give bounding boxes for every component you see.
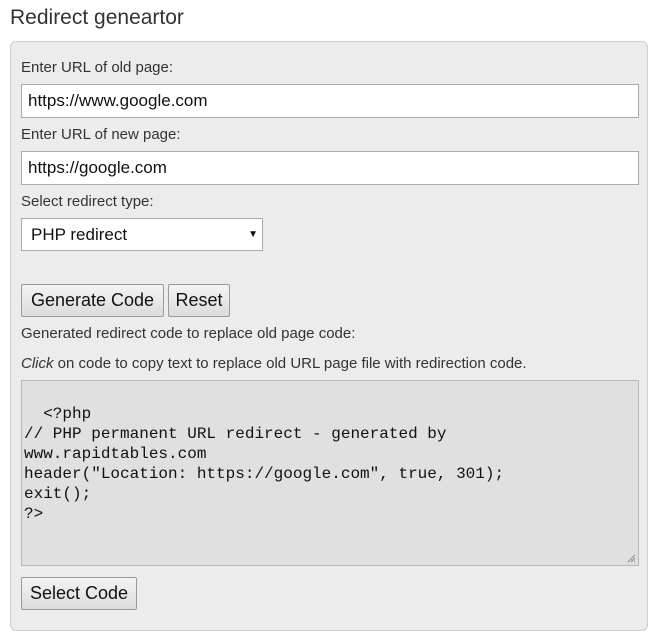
copy-hint-text: on code to copy text to replace old URL … bbox=[53, 355, 527, 372]
generate-code-button[interactable]: Generate Code bbox=[21, 284, 164, 317]
redirect-type-selected-value: PHP redirect bbox=[31, 225, 128, 244]
reset-button[interactable]: Reset bbox=[168, 284, 230, 317]
old-url-input[interactable] bbox=[21, 84, 639, 118]
copy-hint-click: Click bbox=[21, 355, 54, 372]
select-code-button[interactable]: Select Code bbox=[21, 577, 137, 610]
chevron-down-icon: ▼ bbox=[248, 229, 258, 240]
page-title: Redirect geneartor bbox=[10, 6, 184, 29]
redirect-type-select[interactable]: PHP redirect ▼ bbox=[21, 218, 263, 251]
resize-grip-icon[interactable] bbox=[627, 554, 636, 563]
new-url-input[interactable] bbox=[21, 151, 639, 185]
old-url-label: Enter URL of old page: bbox=[21, 59, 174, 76]
copy-hint: Click on code to copy text to replace ol… bbox=[21, 355, 527, 373]
new-url-label: Enter URL of new page: bbox=[21, 126, 181, 143]
generated-code-textarea[interactable]: <?php // PHP permanent URL redirect - ge… bbox=[21, 380, 639, 566]
redirect-type-label: Select redirect type: bbox=[21, 193, 154, 210]
generated-code-text: <?php // PHP permanent URL redirect - ge… bbox=[24, 405, 505, 523]
output-heading: Generated redirect code to replace old p… bbox=[21, 325, 356, 342]
